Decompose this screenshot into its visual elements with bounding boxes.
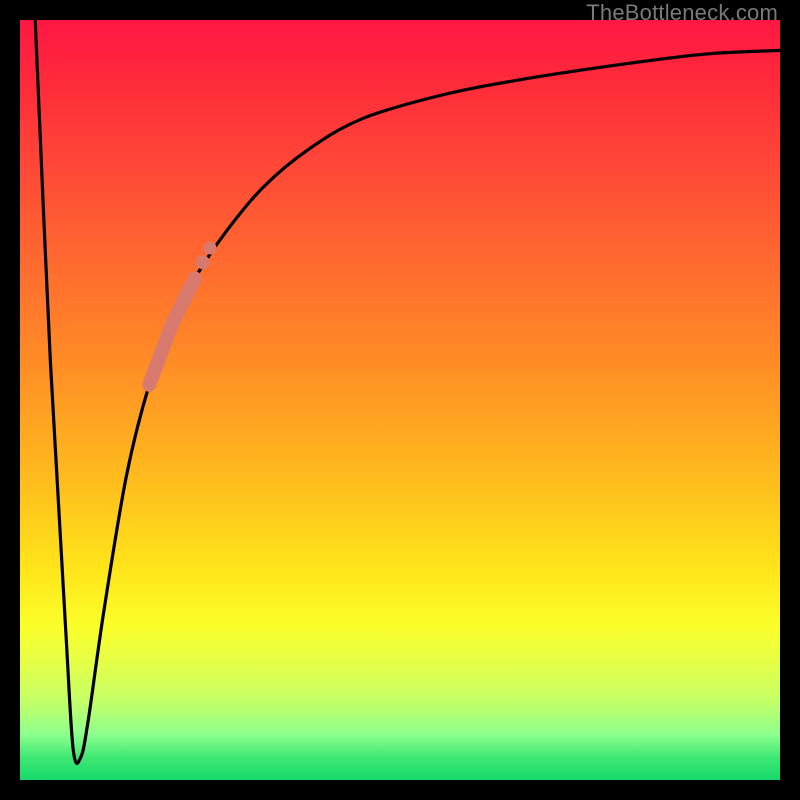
highlight-dot [204,241,217,254]
highlight-dot [196,255,210,269]
highlight-segment [149,278,195,384]
highlight-blob [149,241,216,384]
plot-area [20,20,780,780]
chart-frame: TheBottleneck.com [0,0,800,800]
curve-svg [20,20,780,780]
bottleneck-curve [35,20,780,763]
